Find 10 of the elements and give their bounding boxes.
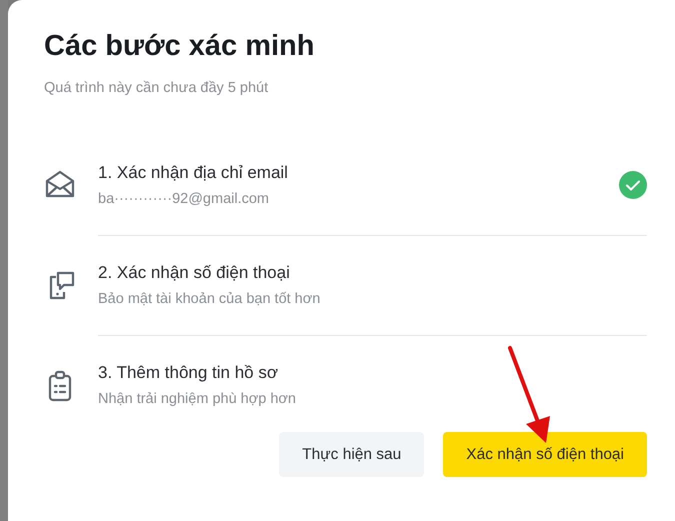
dialog-subtitle: Quá trình này cần chưa đầy 5 phút (44, 79, 270, 98)
step-description: Nhận trải nghiệm phù hợp hơn (98, 390, 297, 410)
verify-phone-button[interactable]: Xác nhận số điện thoại (443, 432, 647, 477)
step-description: ba············92@gmail.com (98, 190, 270, 209)
step-title: 2. Xác nhận số điện thoại (98, 262, 291, 284)
dialog-title: Các bước xác minh (44, 29, 316, 64)
step-title: 3. Thêm thông tin hồ sơ (98, 362, 279, 384)
step-description: Bảo mật tài khoản của bạn tốt hơn (98, 290, 322, 309)
later-button[interactable]: Thực hiện sau (279, 432, 424, 477)
step-title: 1. Xác nhận địa chỉ email (98, 162, 289, 184)
